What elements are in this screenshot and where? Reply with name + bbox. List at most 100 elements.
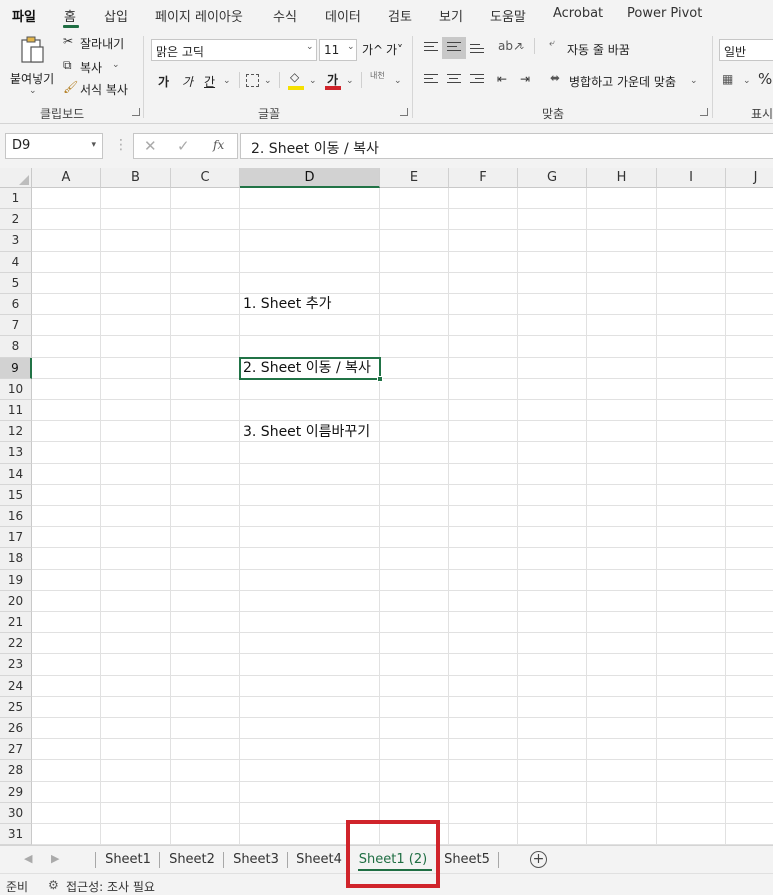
menu-tab-home[interactable]: 홈 [64, 6, 76, 25]
chevron-down-icon[interactable]: ⌄ [346, 76, 354, 86]
chevron-down-icon[interactable]: ⌄ [690, 76, 698, 86]
chevron-down-icon[interactable]: ⌄ [112, 60, 120, 70]
chevron-down-icon[interactable]: ⌄ [264, 76, 272, 86]
name-box[interactable]: D9 ▾ [5, 133, 103, 159]
chevron-down-icon[interactable]: ⌄ [29, 86, 37, 96]
chevron-down-icon[interactable]: ⌄ [518, 42, 526, 52]
row-header-29[interactable]: 29 [0, 781, 32, 803]
increase-indent-icon[interactable]: ⇥ [520, 72, 530, 86]
column-header-b[interactable]: B [101, 168, 171, 188]
menu-tab-data[interactable]: 데이터 [325, 6, 361, 25]
scroll-right-icon[interactable]: ▶ [51, 852, 59, 865]
spreadsheet-grid[interactable]: ABCDEFGHIJ 1 2 3 4 5 6 7 8 9 10 11 12 13 14 15 16 17 18 19… [0, 168, 773, 845]
underline-button[interactable]: 간 [204, 73, 215, 90]
fill-handle[interactable] [377, 376, 383, 382]
column-header-c[interactable]: C [171, 168, 240, 188]
column-header-h[interactable]: H [587, 168, 657, 188]
row-header-25[interactable]: 25 [0, 696, 32, 718]
dialog-launcher-icon[interactable] [400, 108, 408, 116]
cell-d6[interactable]: 1. Sheet 추가 [240, 294, 332, 315]
align-right-icon[interactable] [470, 74, 484, 86]
row-header-27[interactable]: 27 [0, 739, 32, 761]
column-header-i[interactable]: I [657, 168, 726, 188]
row-header-12[interactable]: 12 [0, 421, 32, 443]
sheet-tab-sheet3[interactable]: Sheet3 [225, 851, 287, 871]
format-painter-button[interactable]: 서식 복사 [80, 81, 128, 98]
row-header-31[interactable]: 31 [0, 824, 32, 845]
row-header-18[interactable]: 18 [0, 548, 32, 570]
scroll-left-icon[interactable]: ◀ [24, 852, 32, 865]
row-header-15[interactable]: 15 [0, 484, 32, 506]
accessibility-status[interactable]: 접근성: 조사 필요 [66, 878, 155, 895]
sheet-tab-sheet4[interactable]: Sheet4 [289, 851, 349, 871]
menu-tab-view[interactable]: 보기 [439, 6, 463, 25]
phonetic-button[interactable]: 내천 [370, 70, 385, 81]
row-header-23[interactable]: 23 [0, 654, 32, 676]
more-options-icon[interactable]: ⋮ [114, 137, 128, 153]
copy-button[interactable]: 복사 [80, 59, 102, 76]
decrease-indent-icon[interactable]: ⇤ [497, 72, 507, 86]
row-header-2[interactable]: 2 [0, 209, 32, 231]
merge-center-button[interactable]: 병합하고 가운데 맞춤 [569, 73, 676, 90]
menu-tab-formulas[interactable]: 수식 [273, 6, 297, 25]
paste-button[interactable]: 붙여넣기 ⌄ [8, 34, 54, 96]
formula-input[interactable]: 2. Sheet 이동 / 복사 [240, 133, 773, 159]
row-header-24[interactable]: 24 [0, 675, 32, 697]
column-header-e[interactable]: E [380, 168, 449, 188]
chevron-down-icon[interactable]: ⌄ [743, 76, 751, 86]
row-header-30[interactable]: 30 [0, 802, 32, 824]
menu-tab-insert[interactable]: 삽입 [104, 6, 128, 25]
check-icon[interactable]: ✓ [177, 137, 190, 155]
row-header-7[interactable]: 7 [0, 315, 32, 337]
border-icon[interactable] [246, 74, 259, 87]
fill-color-icon[interactable]: ◇ [290, 70, 299, 84]
row-header-6[interactable]: 6 [0, 294, 32, 316]
column-header-j[interactable]: J [726, 168, 773, 188]
row-header-16[interactable]: 16 [0, 506, 32, 528]
cancel-icon[interactable]: ✕ [144, 137, 157, 155]
cell-d12[interactable]: 3. Sheet 이름바꾸기 [240, 422, 370, 443]
row-header-28[interactable]: 28 [0, 760, 32, 782]
add-sheet-icon[interactable]: + [530, 851, 547, 868]
italic-button[interactable]: 가 [182, 73, 193, 90]
menu-tab-help[interactable]: 도움말 [490, 6, 526, 25]
row-header-1[interactable]: 1 [0, 188, 32, 210]
sheet-tab-sheet1[interactable]: Sheet1 [97, 851, 159, 871]
menu-tab-review[interactable]: 검토 [388, 6, 412, 25]
row-header-20[interactable]: 20 [0, 590, 32, 612]
menu-tab-acrobat[interactable]: Acrobat [553, 6, 603, 21]
wrap-text-button[interactable]: 자동 줄 바꿈 [567, 41, 630, 58]
row-header-11[interactable]: 11 [0, 400, 32, 422]
row-header-14[interactable]: 14 [0, 463, 32, 485]
align-top-icon[interactable] [424, 42, 438, 54]
menu-tab-page-layout[interactable]: 페이지 레이아웃 [155, 6, 243, 25]
dialog-launcher-icon[interactable] [132, 108, 140, 116]
row-header-3[interactable]: 3 [0, 230, 32, 252]
cut-button[interactable]: 잘라내기 [80, 35, 124, 52]
bold-button[interactable]: 가 [158, 73, 169, 90]
row-header-17[interactable]: 17 [0, 527, 32, 549]
row-header-19[interactable]: 19 [0, 569, 32, 591]
percent-icon[interactable]: % [758, 70, 772, 88]
row-header-9[interactable]: 9 [0, 357, 32, 379]
insert-function-icon[interactable]: fx [213, 138, 224, 152]
align-middle-icon[interactable] [442, 37, 466, 59]
row-header-13[interactable]: 13 [0, 442, 32, 464]
row-header-22[interactable]: 22 [0, 633, 32, 655]
menu-tab-power-pivot[interactable]: Power Pivot [627, 6, 702, 21]
column-header-g[interactable]: G [518, 168, 587, 188]
font-name-select[interactable]: 맑은 고딕 [151, 39, 317, 61]
chevron-down-icon[interactable]: ⌄ [223, 76, 231, 86]
align-bottom-icon[interactable] [470, 44, 484, 56]
menu-tab-file[interactable]: 파일 [12, 6, 36, 25]
accounting-format-icon[interactable]: ▦ [722, 72, 733, 86]
row-header-4[interactable]: 4 [0, 251, 32, 273]
align-center-icon[interactable] [447, 74, 461, 86]
row-header-5[interactable]: 5 [0, 272, 32, 294]
row-header-21[interactable]: 21 [0, 612, 32, 634]
row-header-26[interactable]: 26 [0, 718, 32, 740]
select-all-button[interactable] [0, 168, 32, 188]
sheet-tab-sheet2[interactable]: Sheet2 [161, 851, 223, 871]
sheet-tab-sheet5[interactable]: Sheet5 [437, 851, 497, 871]
column-header-a[interactable]: A [32, 168, 101, 188]
